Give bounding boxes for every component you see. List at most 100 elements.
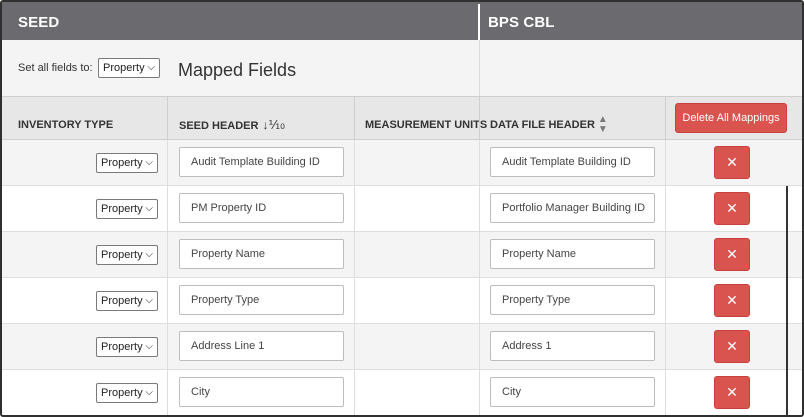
column-divider [167,278,168,324]
column-divider [354,324,355,370]
set-all-select-value: Property [103,62,145,74]
column-divider [665,370,666,415]
column-divider [665,232,666,278]
remove-mapping-button[interactable]: ✕ [714,238,750,271]
remove-mapping-button[interactable]: ✕ [714,284,750,317]
close-icon: ✕ [726,246,738,262]
data-file-header-input[interactable]: Audit Template Building ID [490,147,655,177]
row-edge-marker [786,186,788,232]
seed-header-input[interactable]: Address Line 1 [179,331,344,361]
seed-header-input[interactable]: PM Property ID [179,193,344,223]
inventory-type-select[interactable]: Property ⌵ [96,291,158,311]
inventory-type-select[interactable]: Property ⌵ [96,383,158,403]
remove-mapping-button[interactable]: ✕ [714,146,750,179]
table-row: Property ⌵ Property Name Property Name ✕ [2,232,802,278]
inventory-type-value: Property [101,387,143,399]
column-data-file-header[interactable]: DATA FILE HEADER ▲ ▼ [490,97,608,141]
column-divider [167,370,168,415]
column-divider [479,370,480,415]
row-edge-marker [786,370,788,415]
data-file-header-input[interactable]: Address 1 [490,331,655,361]
row-edge-marker [786,232,788,278]
table-row: Property ⌵ Audit Template Building ID Aud… [2,140,802,186]
remove-mapping-button[interactable]: ✕ [714,376,750,409]
table-row: Property ⌵ City City ✕ [2,370,802,415]
inventory-type-value: Property [101,295,143,307]
page-title: Mapped Fields [178,60,297,80]
mapping-rows: Property ⌵ Audit Template Building ID Aud… [2,140,802,415]
mapping-panel: SEED BPS CBL Set all fields to: Property… [0,0,804,417]
table-row: Property ⌵ Property Type Property Type ✕ [2,278,802,324]
seed-header-input[interactable]: Property Type [179,285,344,315]
seed-header-input[interactable]: City [179,377,344,407]
seed-header-input[interactable]: Audit Template Building ID [179,147,344,177]
inventory-type-value: Property [101,157,143,169]
column-divider [479,324,480,370]
inventory-type-value: Property [101,249,143,261]
chevron-down-icon: ⌵ [145,341,153,352]
column-divider [479,186,480,232]
column-measurement-units: MEASUREMENT UNITS [365,119,488,131]
data-file-header-input[interactable]: Portfolio Manager Building ID [490,193,655,223]
column-divider [354,278,355,324]
column-divider [479,232,480,278]
row-edge-marker [786,278,788,324]
column-divider [665,186,666,232]
bps-section-title: BPS CBL [488,14,555,31]
column-inventory-type: INVENTORY TYPE [18,119,114,131]
delete-all-mappings-button[interactable]: Delete All Mappings [675,103,787,133]
column-divider [354,97,355,141]
column-divider [665,97,666,141]
close-icon: ✕ [726,384,738,400]
column-divider [665,140,666,186]
column-divider [167,324,168,370]
column-divider [665,278,666,324]
column-divider [479,97,480,141]
section-header-bar: SEED BPS CBL [2,2,802,40]
mapping-toolbar: Set all fields to: Property ⌵ Mapped Fie… [2,40,802,96]
column-divider [354,370,355,415]
column-divider [354,140,355,186]
section-divider [478,4,480,40]
sort-both-icon[interactable]: ▲ ▼ [598,115,608,135]
column-divider [167,140,168,186]
column-divider [479,278,480,324]
seed-section-title: SEED [18,14,60,31]
inventory-type-select[interactable]: Property ⌵ [96,153,158,173]
column-divider [354,186,355,232]
column-divider [665,324,666,370]
chevron-down-icon: ⌵ [145,203,153,214]
column-seed-header[interactable]: SEED HEADER ↓⅒ [179,97,285,141]
data-file-header-input[interactable]: City [490,377,655,407]
column-divider [167,186,168,232]
section-divider [479,40,480,96]
chevron-down-icon: ⌵ [147,62,155,73]
column-seed-header-label: SEED HEADER [179,120,259,132]
seed-header-input[interactable]: Property Name [179,239,344,269]
inventory-type-select[interactable]: Property ⌵ [96,199,158,219]
close-icon: ✕ [726,292,738,308]
row-edge-marker [786,324,788,370]
chevron-down-icon: ⌵ [145,249,153,260]
chevron-down-icon: ⌵ [145,387,153,398]
close-icon: ✕ [726,200,738,216]
remove-mapping-button[interactable]: ✕ [714,192,750,225]
inventory-type-select[interactable]: Property ⌵ [96,337,158,357]
inventory-type-value: Property [101,341,143,353]
remove-mapping-button[interactable]: ✕ [714,330,750,363]
data-file-header-input[interactable]: Property Type [490,285,655,315]
chevron-down-icon: ⌵ [145,295,153,306]
close-icon: ✕ [726,154,738,170]
set-all-select[interactable]: Property ⌵ [98,58,160,78]
column-data-file-header-label: DATA FILE HEADER [490,119,595,131]
column-divider [167,232,168,278]
column-divider [479,140,480,186]
table-row: Property ⌵ PM Property ID Portfolio Manag… [2,186,802,232]
column-divider [354,232,355,278]
data-file-header-input[interactable]: Property Name [490,239,655,269]
inventory-type-select[interactable]: Property ⌵ [96,245,158,265]
column-divider [167,97,168,141]
inventory-type-value: Property [101,203,143,215]
set-all-label: Set all fields to: [18,62,93,74]
table-row: Property ⌵ Address Line 1 Address 1 ✕ [2,324,802,370]
